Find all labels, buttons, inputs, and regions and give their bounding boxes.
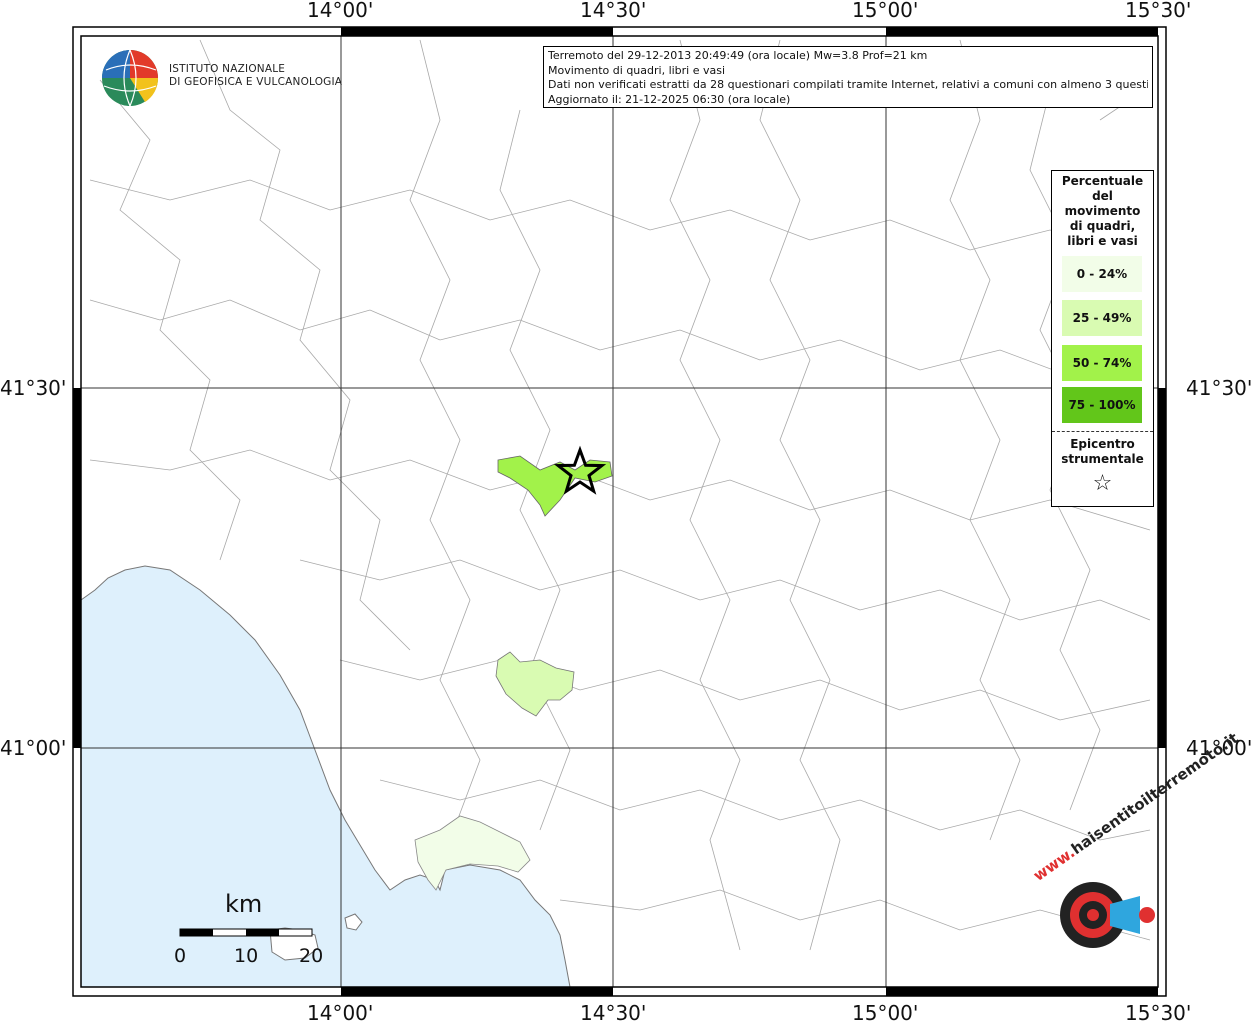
data-note-line: Dati non verificati estratti da 28 quest… bbox=[548, 78, 1148, 91]
legend-title-line: di quadri, bbox=[1069, 219, 1136, 233]
legend: Percentuale del movimento di quadri, lib… bbox=[1051, 170, 1154, 507]
legend-title: Percentuale del movimento di quadri, lib… bbox=[1052, 174, 1153, 249]
legend-swatch-75-100: 75 - 100% bbox=[1062, 387, 1142, 423]
x-tick-bottom-3: 15°00' bbox=[852, 1001, 919, 1025]
y-tick-left-1: 41°30' bbox=[0, 376, 67, 400]
x-tick-bottom-2: 14°30' bbox=[580, 1001, 647, 1025]
x-tick-top-2: 14°30' bbox=[580, 0, 647, 22]
effect-line: Movimento di quadri, libri e vasi bbox=[548, 63, 726, 77]
legend-title-line: del bbox=[1092, 189, 1113, 203]
legend-title-line: movimento bbox=[1064, 204, 1141, 218]
legend-swatch-0-24: 0 - 24% bbox=[1062, 256, 1142, 292]
legend-title-line: libri e vasi bbox=[1067, 234, 1138, 248]
scale-label-10: 10 bbox=[234, 945, 259, 967]
event-info-box: Terremoto del 29-12-2013 20:49:49 (ora l… bbox=[543, 46, 1153, 108]
scale-label-20: 20 bbox=[299, 945, 324, 967]
x-tick-bottom-4: 15°30' bbox=[1125, 1001, 1192, 1025]
x-tick-top-1: 14°00' bbox=[307, 0, 374, 22]
legend-epicenter-line: Epicentro bbox=[1070, 437, 1135, 451]
ingv-logo-icon bbox=[102, 49, 159, 107]
x-tick-bottom-1: 14°00' bbox=[307, 1001, 374, 1025]
legend-epicenter-label: Epicentro strumentale bbox=[1052, 437, 1153, 467]
x-tick-top-4: 15°30' bbox=[1125, 0, 1192, 22]
legend-separator bbox=[1052, 431, 1153, 432]
update-line: Aggiornato il: 21-12-2025 06:30 (ora loc… bbox=[548, 92, 791, 106]
scale-bar bbox=[179, 928, 313, 937]
legend-epicenter-line: strumentale bbox=[1061, 452, 1144, 466]
legend-star-icon: ☆ bbox=[1092, 471, 1113, 496]
legend-swatch-25-49: 25 - 49% bbox=[1062, 300, 1142, 336]
intensity-map bbox=[72, 26, 1167, 997]
ingv-logo-text: ISTITUTO NAZIONALE DI GEOFISICA E VULCAN… bbox=[169, 63, 342, 89]
ingv-line2: DI GEOFISICA E VULCANOLOGIA bbox=[169, 76, 343, 88]
scale-unit: km bbox=[225, 890, 263, 918]
legend-title-line: Percentuale bbox=[1061, 174, 1144, 188]
legend-swatch-50-74: 50 - 74% bbox=[1062, 345, 1142, 381]
event-line: Terremoto del 29-12-2013 20:49:49 (ora l… bbox=[548, 49, 928, 62]
y-tick-left-2: 41°00' bbox=[0, 736, 67, 760]
x-tick-top-3: 15°00' bbox=[852, 0, 919, 22]
ingv-line1: ISTITUTO NAZIONALE bbox=[169, 63, 286, 75]
scale-label-0: 0 bbox=[174, 945, 187, 967]
y-tick-right-1: 41°30' bbox=[1186, 376, 1253, 400]
